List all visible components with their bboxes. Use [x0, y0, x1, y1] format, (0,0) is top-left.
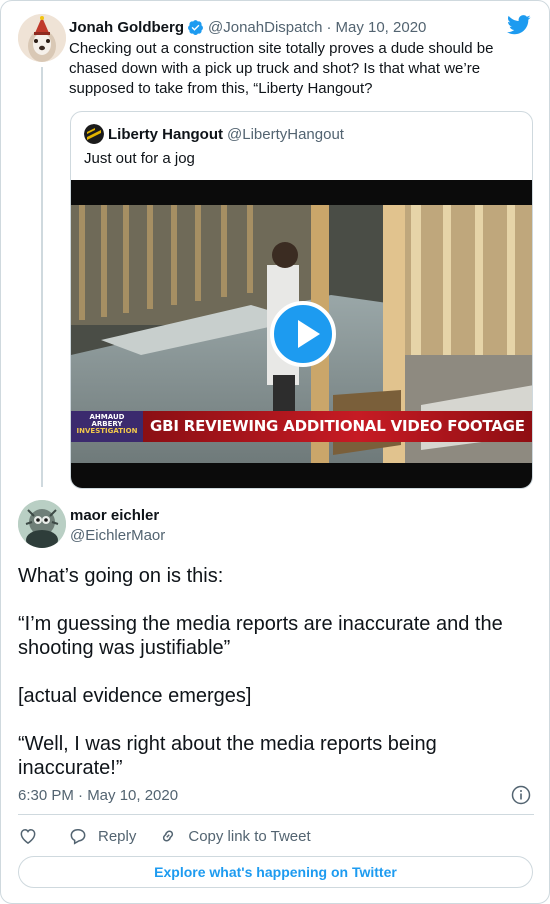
quoted-tweet-text: Just out for a jog	[84, 150, 195, 167]
quoted-tweet[interactable]: Liberty Hangout @LibertyHangout Just out…	[70, 111, 533, 489]
parent-author-handle[interactable]: @JonahDispatch	[208, 19, 322, 36]
twitter-bird-icon[interactable]	[507, 15, 531, 35]
quoted-author-name: Liberty Hangout	[108, 125, 223, 143]
heart-icon	[20, 828, 36, 844]
main-tweet-paragraph: “Well, I was right about the media repor…	[18, 733, 437, 779]
liberty-hangout-avatar	[84, 124, 104, 144]
main-author-name[interactable]: maor eichler	[70, 507, 159, 524]
thread-connector-line	[41, 67, 43, 487]
parent-author-name[interactable]: Jonah Goldberg	[69, 19, 184, 36]
chyron-tag: AHMAUD ARBERY INVESTIGATION	[71, 411, 143, 442]
embedded-tweet-card: Jonah Goldberg @JonahDispatch · May 10, …	[0, 0, 550, 904]
video-player[interactable]: AHMAUD ARBERY INVESTIGATION GBI REVIEWIN…	[71, 180, 532, 488]
reply-icon	[70, 829, 86, 845]
tweet-timestamp[interactable]: 6:30 PM · May 10, 2020	[18, 787, 178, 804]
maor-eichler-avatar[interactable]	[18, 500, 66, 548]
verified-badge-icon	[188, 19, 203, 35]
tweet-actions-bar: Reply Copy link to Tweet	[18, 824, 311, 848]
play-icon[interactable]	[270, 301, 336, 367]
main-tweet-paragraph: What’s going on is this:	[18, 565, 224, 587]
main-tweet-paragraph: “I’m guessing the media reports are inac…	[18, 613, 503, 659]
chyron-headline: GBI REVIEWING ADDITIONAL VIDEO FOOTAGE	[143, 411, 532, 442]
reply-button[interactable]: Reply	[68, 826, 136, 846]
reply-label: Reply	[98, 827, 137, 845]
copy-link-label: Copy link to Tweet	[188, 827, 311, 845]
copy-link-button[interactable]: Copy link to Tweet	[158, 826, 311, 846]
like-button[interactable]	[18, 826, 38, 846]
info-icon[interactable]	[511, 785, 531, 805]
parent-tweet-text: Checking out a construction site totally…	[69, 40, 494, 97]
separator-dot: ·	[326, 18, 332, 36]
link-icon	[163, 830, 174, 842]
chyron-tag-line3: INVESTIGATION	[76, 427, 138, 435]
actions-divider	[18, 814, 534, 815]
explore-twitter-button[interactable]: Explore what's happening on Twitter	[18, 856, 533, 888]
main-tweet-paragraph: [actual evidence emerges]	[18, 685, 252, 707]
main-author-handle[interactable]: @EichlerMaor	[70, 527, 165, 544]
news-chyron: AHMAUD ARBERY INVESTIGATION GBI REVIEWIN…	[71, 411, 532, 442]
main-tweet-text: What’s going on is this: “I’m guessing t…	[18, 564, 528, 780]
parent-tweet-date[interactable]: May 10, 2020	[335, 19, 426, 36]
quoted-author-handle: @LibertyHangout	[227, 125, 344, 143]
jonah-goldberg-avatar[interactable]	[18, 14, 66, 62]
parent-tweet-header: Jonah Goldberg @JonahDispatch · May 10, …	[69, 17, 426, 37]
quoted-tweet-header: Liberty Hangout @LibertyHangout	[84, 124, 344, 144]
